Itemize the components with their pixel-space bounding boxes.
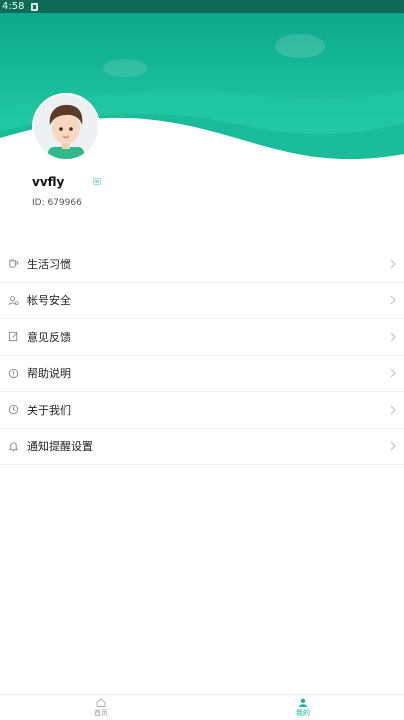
- menu-item-about-us[interactable]: 关于我们: [0, 392, 404, 429]
- chevron-right-icon: [390, 441, 396, 451]
- menu-item-notification-settings[interactable]: 通知提醒设置: [0, 429, 404, 465]
- user-id: ID: 679966: [32, 198, 82, 208]
- person-icon: [299, 698, 307, 707]
- chevron-right-icon: [390, 368, 396, 378]
- menu-item-feedback[interactable]: 意见反馈: [0, 319, 404, 356]
- menu-label: 通知提醒设置: [27, 440, 93, 454]
- notification-icon: [31, 2, 39, 11]
- chevron-right-icon: [390, 405, 396, 415]
- tab-mine[interactable]: 我的: [202, 695, 404, 720]
- info-circle-icon: [8, 368, 19, 379]
- bell-icon: [8, 441, 19, 452]
- tab-label: 首页: [94, 708, 108, 717]
- tab-home[interactable]: 首页: [0, 695, 202, 720]
- avatar[interactable]: [32, 93, 100, 161]
- menu-label: 帮助说明: [27, 367, 71, 381]
- home-icon: [96, 697, 106, 707]
- edit-profile-icon[interactable]: [93, 178, 101, 185]
- menu-label: 生活习惯: [27, 257, 71, 271]
- clock-circle-icon: [8, 404, 19, 415]
- edit-note-icon: [8, 331, 19, 342]
- bottom-tab-bar: 首页 我的: [0, 694, 404, 720]
- cup-icon: [8, 258, 19, 269]
- menu-label: 关于我们: [27, 403, 71, 417]
- menu-label: 意见反馈: [27, 330, 71, 344]
- user-shield-icon: [8, 295, 19, 306]
- username: vvfly: [32, 175, 65, 189]
- settings-menu: 生活习惯 帐号安全 意见反馈 帮助说明 关于我们 通知提醒设置: [0, 246, 404, 465]
- menu-item-help[interactable]: 帮助说明: [0, 356, 404, 392]
- menu-item-account-security[interactable]: 帐号安全: [0, 283, 404, 319]
- tab-label: 我的: [296, 708, 310, 717]
- chevron-right-icon: [390, 259, 396, 269]
- menu-label: 帐号安全: [27, 294, 71, 308]
- chevron-right-icon: [390, 295, 396, 305]
- chevron-right-icon: [390, 332, 396, 342]
- status-time: 4:58: [2, 1, 25, 12]
- status-bar: 4:58: [0, 0, 404, 13]
- menu-item-lifestyle[interactable]: 生活习惯: [0, 246, 404, 283]
